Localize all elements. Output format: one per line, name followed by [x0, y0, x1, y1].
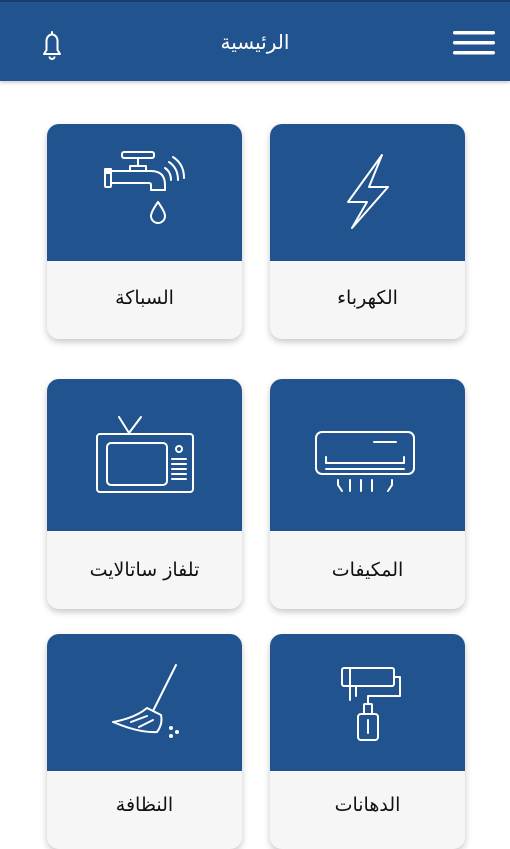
- card-icon-area: [270, 124, 465, 261]
- service-card-painting[interactable]: الدهانات: [270, 634, 465, 849]
- service-card-plumbing[interactable]: السباكة: [47, 124, 242, 339]
- service-card-satellite-tv[interactable]: تلفاز ساتالايت: [47, 379, 242, 609]
- card-icon-area: [270, 634, 465, 771]
- card-icon-area: [47, 124, 242, 261]
- card-icon-area: [47, 634, 242, 771]
- service-label: المكيفات: [331, 559, 404, 581]
- service-label: الكهرباء: [337, 287, 398, 309]
- app-header: الرئيسية: [0, 0, 510, 81]
- air-conditioner-icon: [315, 431, 415, 492]
- service-card-air-conditioners[interactable]: المكيفات: [270, 379, 465, 609]
- service-label: تلفاز ساتالايت: [89, 559, 200, 581]
- broom-icon: [112, 664, 179, 738]
- television-icon: [96, 416, 194, 493]
- page-title: الرئيسية: [220, 30, 290, 54]
- water-faucet-icon: [104, 151, 185, 224]
- paint-roller-icon: [341, 667, 401, 741]
- menu-button[interactable]: [446, 24, 500, 62]
- service-card-cleaning[interactable]: النظافة: [47, 634, 242, 849]
- card-icon-area: [47, 379, 242, 531]
- service-label: السباكة: [115, 287, 174, 309]
- card-icon-area: [270, 379, 465, 531]
- hamburger-menu-icon: [453, 31, 495, 55]
- service-card-electricity[interactable]: الكهرباء: [270, 124, 465, 339]
- lightning-bolt-icon: [347, 154, 389, 229]
